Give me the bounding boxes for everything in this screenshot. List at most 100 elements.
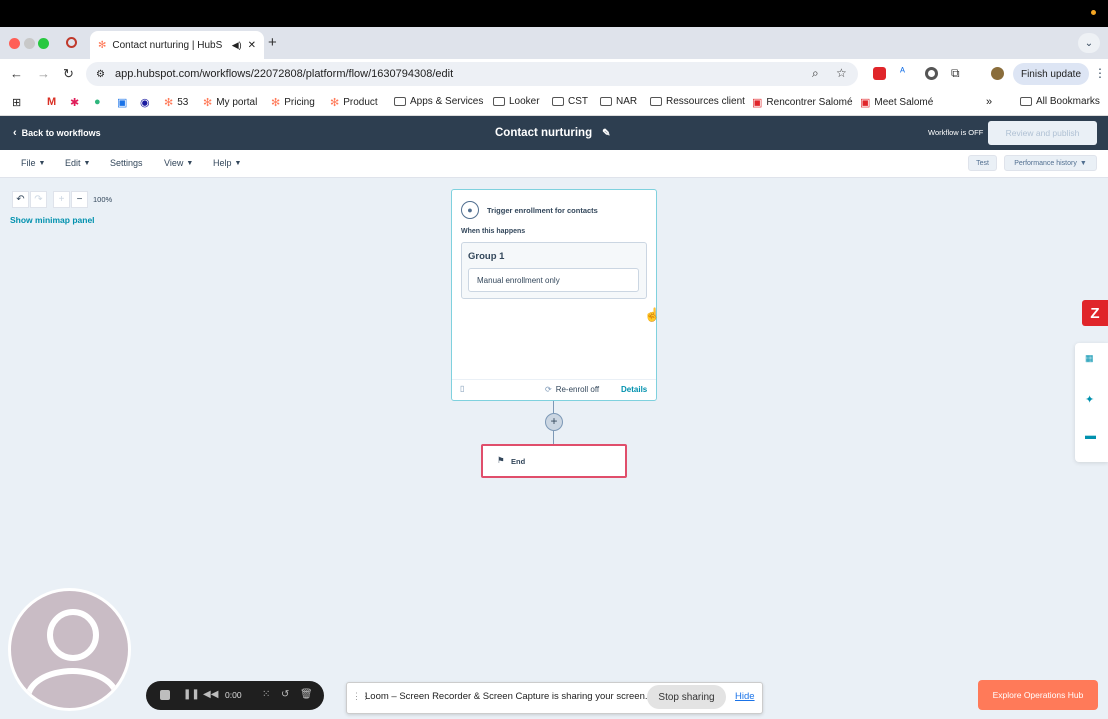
zoom-in-icon[interactable]: + <box>53 191 70 208</box>
stop-sharing-button[interactable]: Stop sharing <box>647 685 726 709</box>
site-settings-icon[interactable]: ⚙ <box>96 69 105 80</box>
clipboard-icon[interactable]: ▯ <box>460 384 464 393</box>
bookmark-cst[interactable]: CST <box>552 96 588 107</box>
performance-history-button[interactable]: Performance history ▼ <box>1004 155 1097 171</box>
extension-circle-icon[interactable] <box>925 67 938 80</box>
bookmark-rencontrer-salome[interactable]: ▣ Rencontrer Salomé <box>752 96 853 109</box>
zoom-icon[interactable]: ⌕ <box>812 66 819 81</box>
reload-icon[interactable]: ↻ <box>63 66 74 82</box>
add-action-button[interactable]: + <box>545 413 563 431</box>
bookmark-53[interactable]: ✻ 53 <box>164 96 188 109</box>
close-tab-icon[interactable]: ✕ <box>248 40 256 51</box>
extensions-puzzle-icon[interactable]: ⧉ <box>951 66 960 81</box>
ring-icon[interactable]: ◉ <box>140 96 150 109</box>
apps-grid-icon[interactable]: ▦ <box>1085 353 1094 364</box>
file-menu[interactable]: File ▼ <box>21 158 45 168</box>
details-link[interactable]: Details <box>621 385 647 394</box>
bookmark-ressources-client[interactable]: Ressources client <box>650 96 745 107</box>
explore-operations-hub-button[interactable]: Explore Operations Hub <box>978 680 1098 710</box>
workflow-status: Workflow is OFF <box>928 128 984 137</box>
maximize-window-button[interactable] <box>38 38 49 49</box>
tab-title: Contact nurturing | HubS <box>112 39 223 51</box>
chevron-left-icon: ‹ <box>13 127 17 139</box>
bookmark-label: NAR <box>616 96 638 107</box>
extension-a-icon[interactable]: ᴬ <box>900 66 905 78</box>
gmail-icon[interactable]: M <box>47 96 56 108</box>
hide-link[interactable]: Hide <box>735 691 755 702</box>
all-bookmarks[interactable]: All Bookmarks <box>1020 96 1100 107</box>
folder-icon <box>600 97 612 106</box>
bookmark-apps-services[interactable]: Apps & Services <box>394 96 483 107</box>
bookmark-nar[interactable]: NAR <box>600 96 637 107</box>
enrollment-filter[interactable]: Manual enrollment only <box>468 268 639 292</box>
workflow-title[interactable]: Contact nurturing ✎ <box>495 127 611 139</box>
browser-menu-icon[interactable]: ⋮ <box>1094 66 1106 80</box>
tab-search-chevron-icon[interactable]: ⌄ <box>1078 33 1100 53</box>
speaker-icon: ◀) <box>231 39 242 50</box>
bookmark-label: Pricing <box>284 97 315 108</box>
folder-icon <box>1020 97 1032 106</box>
redo-icon[interactable]: ↷ <box>30 191 47 208</box>
bookmark-my-portal[interactable]: ✻ My portal <box>203 96 257 109</box>
address-bar[interactable]: ⚙ app.hubspot.com/workflows/22072808/pla… <box>86 62 858 86</box>
menubar-strip <box>0 0 1108 27</box>
menu-label: View <box>164 158 184 168</box>
profile-avatar-icon[interactable] <box>991 67 1004 80</box>
zendesk-extension-icon[interactable] <box>873 67 886 80</box>
slack-icon[interactable]: ✱ <box>70 96 79 109</box>
show-minimap-link[interactable]: Show minimap panel <box>10 215 95 225</box>
zendesk-widget-button[interactable]: Z <box>1082 300 1108 326</box>
reenroll-status[interactable]: ⟳ Re-enroll off <box>545 385 599 394</box>
forward-arrow-icon[interactable]: → <box>37 66 50 81</box>
avatar-head-icon <box>47 609 99 661</box>
undo-icon[interactable]: ↶ <box>12 191 29 208</box>
close-window-button[interactable] <box>9 38 20 49</box>
review-and-publish-button[interactable]: Review and publish <box>988 121 1097 145</box>
check-circle-icon[interactable]: ● <box>94 96 101 108</box>
sparkle-icon[interactable]: ✦ <box>1085 393 1094 406</box>
bookmark-label: Apps & Services <box>410 96 484 107</box>
drawing-tool-icon[interactable]: ⁙ <box>262 689 270 700</box>
bookmark-label: Meet Salomé <box>874 97 934 108</box>
rewind-icon[interactable]: ◀◀ <box>203 689 218 700</box>
back-link-label: Back to workflows <box>21 128 101 138</box>
bookmark-meet-salome[interactable]: ▣ Meet Salomé <box>860 96 933 109</box>
bookmark-looker[interactable]: Looker <box>493 96 540 107</box>
test-button[interactable]: Test <box>968 155 997 171</box>
help-menu[interactable]: Help ▼ <box>213 158 241 168</box>
pause-icon[interactable]: ❚❚ <box>183 689 200 700</box>
settings-menu[interactable]: Settings <box>110 158 143 168</box>
bookmark-label: CST <box>568 96 588 107</box>
pencil-icon[interactable]: ✎ <box>602 128 610 139</box>
menu-label: Performance history <box>1014 159 1077 167</box>
minimize-window-button[interactable] <box>24 38 35 49</box>
trash-icon[interactable]: 🗑 <box>300 689 313 700</box>
webcam-avatar[interactable] <box>8 588 131 711</box>
calendar-icon[interactable]: ▣ <box>117 96 127 109</box>
url-text: app.hubspot.com/workflows/22072808/platf… <box>114 68 454 80</box>
new-tab-button[interactable]: + <box>268 34 277 51</box>
back-arrow-icon[interactable]: ← <box>10 66 23 81</box>
reenroll-label: Re-enroll off <box>555 385 600 394</box>
finish-update-button[interactable]: Finish update <box>1013 63 1089 85</box>
back-to-workflows-link[interactable]: ‹ Back to workflows <box>13 127 101 139</box>
bookmark-star-icon[interactable]: ☆ <box>836 66 847 80</box>
apps-grid-icon[interactable]: ⊞ <box>12 96 21 109</box>
avatar-body-icon <box>25 668 120 708</box>
bookmark-pricing[interactable]: ✻ Pricing <box>271 96 315 109</box>
refresh-icon: ⟳ <box>545 385 552 394</box>
folder-icon <box>493 97 505 106</box>
chevron-down-icon: ▼ <box>234 159 242 167</box>
bookmark-product[interactable]: ✻ Product <box>330 96 378 109</box>
more-bookmarks-chevron-icon[interactable]: » <box>986 96 992 108</box>
restart-icon[interactable]: ↺ <box>281 689 289 700</box>
stop-recording-icon[interactable] <box>160 690 170 700</box>
browser-tab-active[interactable]: ✻ Contact nurturing | HubS ◀) ✕ <box>90 31 264 59</box>
group-title: Group 1 <box>468 251 505 262</box>
bookmark-label: Ressources client <box>666 96 745 107</box>
recording-timer: 0:00 <box>225 690 242 700</box>
edit-menu[interactable]: Edit ▼ <box>65 158 90 168</box>
zoom-out-icon[interactable]: − <box>71 191 88 208</box>
chat-icon[interactable]: ▬ <box>1085 430 1096 442</box>
view-menu[interactable]: View ▼ <box>164 158 193 168</box>
